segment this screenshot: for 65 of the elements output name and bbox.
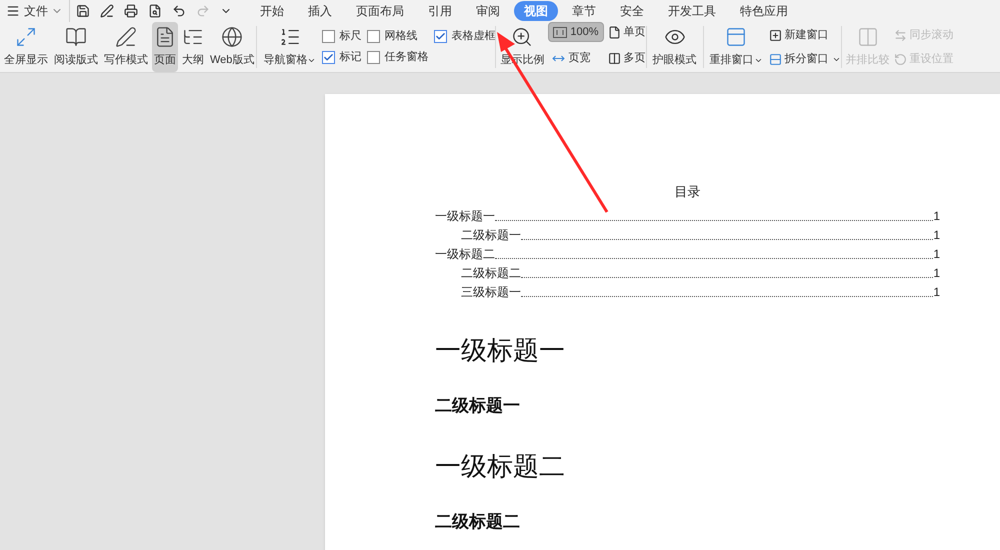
toc-entry[interactable]: 二级标题二 1 — [435, 262, 940, 282]
zoom-100-button[interactable]: 100% — [548, 22, 604, 42]
checkbox-option[interactable]: 标记 — [322, 47, 362, 67]
heading-level-2: 二级标题二 — [435, 510, 521, 532]
ribbon-tab[interactable]: 开发工具 — [658, 1, 726, 21]
checkbox-option[interactable]: 表格虚框 — [434, 26, 496, 46]
view-mode-button[interactable]: Web版式 — [208, 22, 256, 72]
checkbox[interactable] — [367, 30, 380, 42]
checkbox[interactable] — [367, 50, 380, 64]
checkbox[interactable] — [322, 30, 336, 42]
page-icon — [608, 26, 621, 38]
file-menu[interactable]: 文件 — [24, 2, 48, 20]
columns-icon — [856, 26, 879, 48]
ribbon-tab[interactable]: 引用 — [418, 1, 462, 21]
ratio-icon — [553, 26, 568, 38]
page-icon — [154, 26, 176, 48]
print-preview-icon[interactable] — [148, 4, 162, 18]
heading-level-2: 二级标题一 — [435, 394, 521, 416]
expand-arrows-icon — [15, 26, 37, 48]
single-page-button[interactable]: 单页 — [608, 22, 646, 42]
ribbon-tab[interactable]: 插入 — [298, 1, 342, 21]
ribbon-tab[interactable]: 开始 — [250, 1, 294, 21]
toc-entry[interactable]: 三级标题一 1 — [435, 282, 940, 300]
toc-entry[interactable]: 一级标题二 1 — [435, 244, 940, 262]
view-mode-button[interactable]: 写作模式 — [102, 22, 150, 72]
pencil-icon — [115, 26, 137, 48]
ribbon-tab[interactable]: 章节 — [562, 1, 606, 21]
nav-pane-button[interactable]: 导航窗格 — [257, 22, 322, 72]
view-mode-button[interactable]: 页面 — [152, 22, 178, 72]
split-window-button[interactable]: 拆分窗口 — [768, 49, 841, 69]
open-book-icon — [65, 26, 87, 48]
view-mode-button[interactable]: 大纲 — [180, 22, 206, 72]
save-icon[interactable] — [76, 4, 90, 18]
checkbox[interactable] — [434, 30, 448, 42]
sync-icon — [894, 28, 907, 42]
checkbox[interactable] — [322, 50, 336, 64]
ribbon-tab[interactable]: 安全 — [610, 1, 654, 21]
magnifier-icon — [511, 26, 534, 48]
ribbon-tab[interactable]: 特色应用 — [730, 1, 798, 21]
toc-entry[interactable]: 一级标题一 1 — [435, 206, 940, 224]
checkbox-option[interactable]: 标尺 — [322, 26, 362, 46]
toc-title: 目录 — [674, 183, 702, 201]
rearrange-window-button[interactable]: 重排窗口 — [704, 22, 769, 72]
heading-level-1: 一级标题二 — [435, 450, 566, 482]
split-icon — [768, 52, 782, 66]
new-window-icon — [768, 28, 782, 42]
page-width-button[interactable]: 页宽 — [548, 48, 604, 68]
print-icon[interactable] — [124, 4, 138, 18]
menu-icon[interactable] — [6, 4, 20, 18]
view-mode-button[interactable]: 阅读版式 — [52, 22, 100, 72]
checkbox-option[interactable]: 任务窗格 — [367, 47, 428, 67]
ribbon-tab[interactable]: 审阅 — [466, 1, 510, 21]
window-icon — [725, 26, 748, 48]
globe-page-icon — [221, 26, 244, 48]
heading-level-1: 一级标题一 — [435, 334, 566, 366]
eye-mode-button[interactable]: 护眼模式 — [646, 22, 703, 72]
undo-icon[interactable] — [172, 4, 186, 18]
multi-page-button[interactable]: 多页 — [608, 48, 646, 68]
reset-icon — [894, 52, 907, 66]
ribbon-tab[interactable]: 页面布局 — [346, 1, 414, 21]
checkbox-option[interactable]: 网格线 — [367, 26, 428, 46]
toc-entry[interactable]: 二级标题一 1 — [435, 224, 940, 244]
view-mode-button[interactable]: 全屏显示 — [2, 22, 50, 72]
new-window-button[interactable]: 新建窗口 — [768, 25, 841, 45]
two-pages-icon — [608, 52, 621, 64]
